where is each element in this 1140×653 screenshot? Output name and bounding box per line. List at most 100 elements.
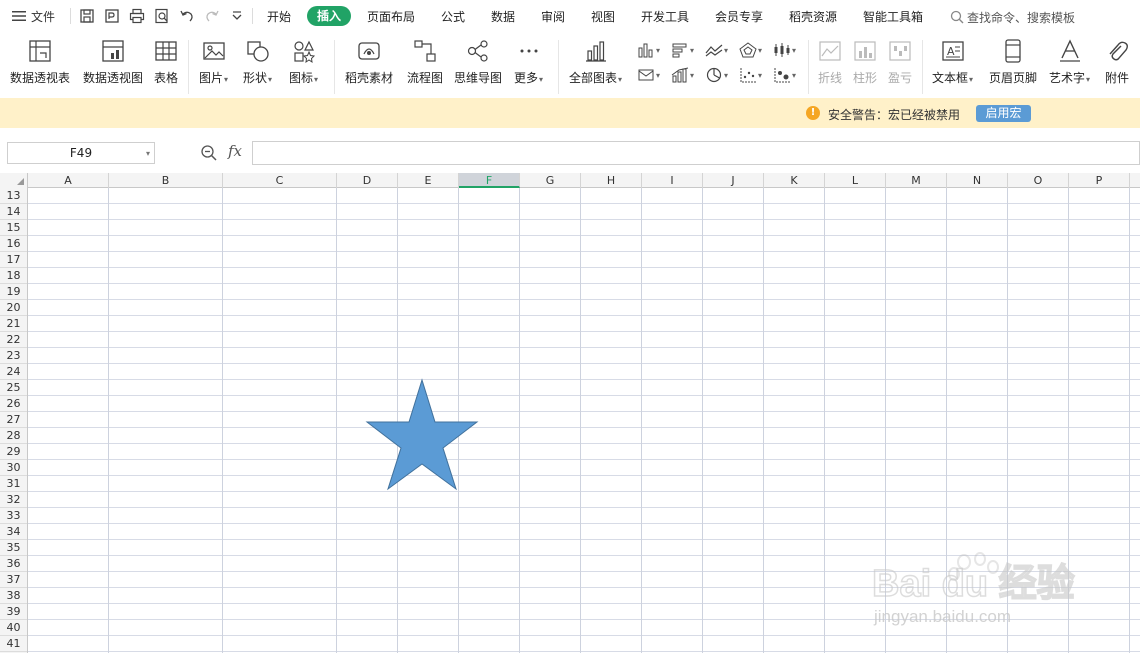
row-header[interactable]: 16: [0, 236, 27, 252]
mindmap-button[interactable]: 思维导图: [454, 38, 502, 86]
row-header[interactable]: 39: [0, 604, 27, 620]
row-header[interactable]: 18: [0, 268, 27, 284]
bar-chart-button[interactable]: ▾: [671, 40, 694, 60]
column-header-n[interactable]: N: [947, 173, 1008, 188]
row-header[interactable]: 40: [0, 620, 27, 636]
row-header[interactable]: 26: [0, 396, 27, 412]
tab-formulas[interactable]: 公式: [436, 8, 470, 26]
row-header[interactable]: 27: [0, 412, 27, 428]
tab-member[interactable]: 会员专享: [710, 8, 768, 26]
print-icon[interactable]: [128, 7, 146, 25]
row-header[interactable]: 24: [0, 364, 27, 380]
pie-chart-button[interactable]: ▾: [705, 65, 728, 85]
picture-button[interactable]: 图片▾: [199, 38, 228, 86]
tab-smart-toolbox[interactable]: 智能工具箱: [858, 8, 928, 26]
row-header[interactable]: 28: [0, 428, 27, 444]
row-header[interactable]: 23: [0, 348, 27, 364]
save-icon[interactable]: [78, 7, 96, 25]
column-header-f[interactable]: F: [459, 173, 520, 188]
stock-chart-button[interactable]: ▾: [773, 40, 796, 60]
row-header[interactable]: 34: [0, 524, 27, 540]
row-header[interactable]: 35: [0, 540, 27, 556]
column-header-k[interactable]: K: [764, 173, 825, 188]
row-header[interactable]: 29: [0, 444, 27, 460]
table-button[interactable]: 表格: [153, 38, 179, 86]
row-header[interactable]: 41: [0, 636, 27, 652]
column-header-a[interactable]: A: [28, 173, 109, 188]
formula-input[interactable]: [252, 141, 1140, 165]
row-header[interactable]: 22: [0, 332, 27, 348]
row-header[interactable]: 33: [0, 508, 27, 524]
column-header-i[interactable]: I: [642, 173, 703, 188]
row-header[interactable]: 15: [0, 220, 27, 236]
row-header[interactable]: 25: [0, 380, 27, 396]
scatter-chart-button[interactable]: ▾: [739, 65, 762, 85]
all-charts-button[interactable]: 全部图表▾: [569, 38, 622, 86]
row-header[interactable]: 20: [0, 300, 27, 316]
more-button[interactable]: 更多▾: [514, 38, 543, 86]
print-preview-icon[interactable]: [153, 7, 171, 25]
column-header-m[interactable]: M: [886, 173, 947, 188]
row-header[interactable]: 21: [0, 316, 27, 332]
row-header[interactable]: 37: [0, 572, 27, 588]
tab-docer-resources[interactable]: 稻壳资源: [784, 8, 842, 26]
tab-page-layout[interactable]: 页面布局: [362, 8, 420, 26]
zoom-out-icon[interactable]: [200, 144, 218, 162]
wordart-button[interactable]: 艺术字▾: [1049, 38, 1090, 86]
insert-function-icon[interactable]: fx: [228, 142, 242, 160]
column-header-h[interactable]: H: [581, 173, 642, 188]
row-header[interactable]: 30: [0, 460, 27, 476]
column-header-j[interactable]: J: [703, 173, 764, 188]
undo-icon[interactable]: [178, 7, 196, 25]
row-header[interactable]: 36: [0, 556, 27, 572]
tab-home[interactable]: 开始: [262, 8, 296, 26]
attachment-button[interactable]: 附件: [1104, 38, 1130, 86]
shape-button[interactable]: 形状▾: [243, 38, 272, 86]
flowchart-button[interactable]: 流程图: [407, 38, 443, 86]
tab-review[interactable]: 审阅: [536, 8, 570, 26]
row-header[interactable]: 19: [0, 284, 27, 300]
tab-developer[interactable]: 开发工具: [636, 8, 694, 26]
column-header-c[interactable]: C: [223, 173, 337, 188]
column-header-g[interactable]: G: [520, 173, 581, 188]
column-header-p[interactable]: P: [1069, 173, 1130, 188]
row-header[interactable]: 14: [0, 204, 27, 220]
icon-button[interactable]: 图标▾: [289, 38, 318, 86]
redo-icon[interactable]: [203, 7, 221, 25]
enable-macro-button[interactable]: 启用宏: [976, 105, 1031, 122]
line-chart-button[interactable]: ▾: [705, 40, 728, 60]
column-header-partial[interactable]: [1130, 173, 1140, 188]
customize-toolbar-chevron-icon[interactable]: [228, 7, 246, 25]
textbox-button[interactable]: A 文本框▾: [932, 38, 973, 86]
row-header[interactable]: 17: [0, 252, 27, 268]
combo-chart-button[interactable]: ▾: [671, 65, 694, 85]
radar-chart-button[interactable]: ▾: [739, 40, 762, 60]
tab-view[interactable]: 视图: [586, 8, 620, 26]
header-footer-button[interactable]: 页眉页脚: [989, 38, 1037, 86]
command-search[interactable]: 查找命令、搜索模板: [950, 8, 1075, 26]
column-header-b[interactable]: B: [109, 173, 223, 188]
column-header-l[interactable]: L: [825, 173, 886, 188]
row-header[interactable]: 31: [0, 476, 27, 492]
file-menu[interactable]: 文件: [12, 7, 55, 25]
column-header-e[interactable]: E: [398, 173, 459, 188]
pivot-chart-button[interactable]: 数据透视图: [83, 38, 143, 86]
tab-insert[interactable]: 插入: [307, 6, 351, 26]
tab-data[interactable]: 数据: [486, 8, 520, 26]
map-chart-button[interactable]: ▾: [637, 65, 660, 85]
name-box[interactable]: F49: [7, 142, 155, 164]
docer-material-button[interactable]: 稻壳素材: [345, 38, 393, 86]
name-box-dropdown-icon[interactable]: ▾: [146, 149, 150, 158]
column-header-o[interactable]: O: [1008, 173, 1069, 188]
sparkline-line-button[interactable]: 折线: [817, 38, 843, 86]
row-header[interactable]: 32: [0, 492, 27, 508]
pivot-table-button[interactable]: 数据透视表: [10, 38, 70, 86]
column-chart-button[interactable]: ▾: [637, 40, 660, 60]
sparkline-winloss-button[interactable]: 盈亏: [887, 38, 913, 86]
bubble-chart-button[interactable]: ▾: [773, 65, 796, 85]
column-header-d[interactable]: D: [337, 173, 398, 188]
sparkline-column-button[interactable]: 柱形: [852, 38, 878, 86]
export-pdf-icon[interactable]: [103, 7, 121, 25]
row-header[interactable]: 38: [0, 588, 27, 604]
row-header[interactable]: 13: [0, 188, 27, 204]
